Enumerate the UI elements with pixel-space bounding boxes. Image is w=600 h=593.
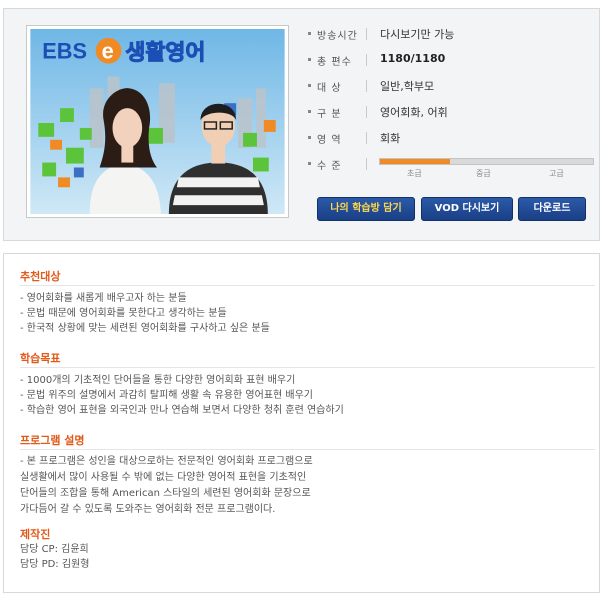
bullet-icon bbox=[308, 136, 311, 139]
program-description-panel: 추천대상 - 영어회화를 새롭게 배우고자 하는 분들 - 문법 때문에 영어회… bbox=[3, 253, 600, 593]
info-label: 대 상 bbox=[317, 83, 342, 94]
bullet-icon bbox=[308, 84, 311, 87]
bullet-icon bbox=[308, 32, 311, 35]
section-title: 추천대상 bbox=[20, 268, 595, 286]
program-info-list: 방송시간 다시보기만 가능 총 편수 1180/1180 대 상 일반,학부모 … bbox=[302, 21, 598, 180]
thumbnail-title: 생활영어 bbox=[125, 41, 205, 66]
list-item: - 문법 위주의 설명에서 과감히 탈피해 생활 속 유용한 영어표현 배우기 bbox=[20, 390, 313, 401]
staff-pd: 담당 PD: 김원형 bbox=[20, 559, 90, 570]
info-label: 구 분 bbox=[317, 109, 342, 120]
section-target: 추천대상 - 영어회화를 새롭게 배우고자 하는 분들 - 문법 때문에 영어회… bbox=[20, 268, 595, 336]
info-row-category: 구 분 영어회화, 어휘 bbox=[302, 99, 598, 125]
list-item: - 1000개의 기초적인 단어들을 통한 다양한 영어회화 표현 배우기 bbox=[20, 375, 296, 386]
info-label: 영 역 bbox=[317, 135, 342, 146]
bullet-icon bbox=[308, 110, 311, 113]
section-program: 프로그램 설명 - 본 프로그램은 성인을 대상으로하는 전문적인 영어회화 프… bbox=[20, 432, 595, 518]
info-row-airtime: 방송시간 다시보기만 가능 bbox=[302, 21, 598, 47]
info-value: 1180/1180 bbox=[380, 52, 446, 65]
section-title: 프로그램 설명 bbox=[20, 432, 595, 450]
section-title: 제작진 bbox=[20, 528, 51, 541]
section-staff: 제작진 담당 CP: 김윤희 담당 PD: 김원형 bbox=[20, 526, 595, 572]
level-labels: 초급 중급 고급 bbox=[379, 168, 594, 180]
program-description: - 본 프로그램은 성인을 대상으로하는 전문적인 영어회화 프로그램으로 실생… bbox=[20, 456, 313, 515]
list-item: - 학습한 영어 표현을 외국인과 만나 연습해 보면서 다양한 청취 훈련 연… bbox=[20, 405, 344, 416]
level-bar bbox=[379, 158, 594, 165]
list-item: - 한국적 상황에 맞는 세련된 영어회화를 구사하고 싶은 분들 bbox=[20, 323, 270, 334]
info-row-area: 영 역 회화 bbox=[302, 125, 598, 151]
level-label-intermediate: 중급 bbox=[476, 169, 491, 178]
info-value: 영어회화, 어휘 bbox=[380, 106, 448, 119]
level-bar-fill bbox=[380, 159, 451, 164]
download-button[interactable]: 다운로드 bbox=[518, 197, 586, 221]
staff-cp: 담당 CP: 김윤희 bbox=[20, 544, 89, 555]
bullet-icon bbox=[308, 162, 311, 165]
list-item: - 문법 때문에 영어회화를 못한다고 생각하는 분들 bbox=[20, 308, 227, 319]
info-row-episodes: 총 편수 1180/1180 bbox=[302, 47, 598, 73]
program-info-panel: EBS e 생활영어 방송시간 다시보기만 가능 총 편수 1180/1180 … bbox=[3, 8, 600, 241]
level-label-advanced: 고급 bbox=[549, 169, 564, 178]
add-to-my-room-button[interactable]: 나의 학습방 담기 bbox=[317, 197, 415, 221]
program-thumbnail: EBS e 생활영어 bbox=[26, 25, 289, 218]
info-value: 회화 bbox=[380, 132, 401, 145]
info-label: 수 준 bbox=[317, 161, 342, 172]
info-label: 방송시간 bbox=[317, 31, 358, 42]
thumbnail-brand-e: e bbox=[102, 39, 114, 64]
section-title: 학습목표 bbox=[20, 350, 595, 368]
level-label-beginner: 초급 bbox=[407, 169, 422, 178]
info-label: 총 편수 bbox=[317, 57, 352, 68]
vod-replay-button[interactable]: VOD 다시보기 bbox=[421, 197, 513, 221]
info-row-audience: 대 상 일반,학부모 bbox=[302, 73, 598, 99]
info-value: 다시보기만 가능 bbox=[380, 28, 455, 41]
thumbnail-brand: EBS bbox=[42, 39, 87, 64]
section-goal: 학습목표 - 1000개의 기초적인 단어들을 통한 다양한 영어회화 표현 배… bbox=[20, 350, 595, 418]
program-poster-image: EBS e 생활영어 bbox=[30, 29, 285, 214]
info-value: 일반,학부모 bbox=[380, 80, 435, 93]
list-item: - 영어회화를 새롭게 배우고자 하는 분들 bbox=[20, 293, 187, 304]
info-row-level: 수 준 초급 중급 고급 bbox=[302, 151, 598, 180]
bullet-icon bbox=[308, 58, 311, 61]
